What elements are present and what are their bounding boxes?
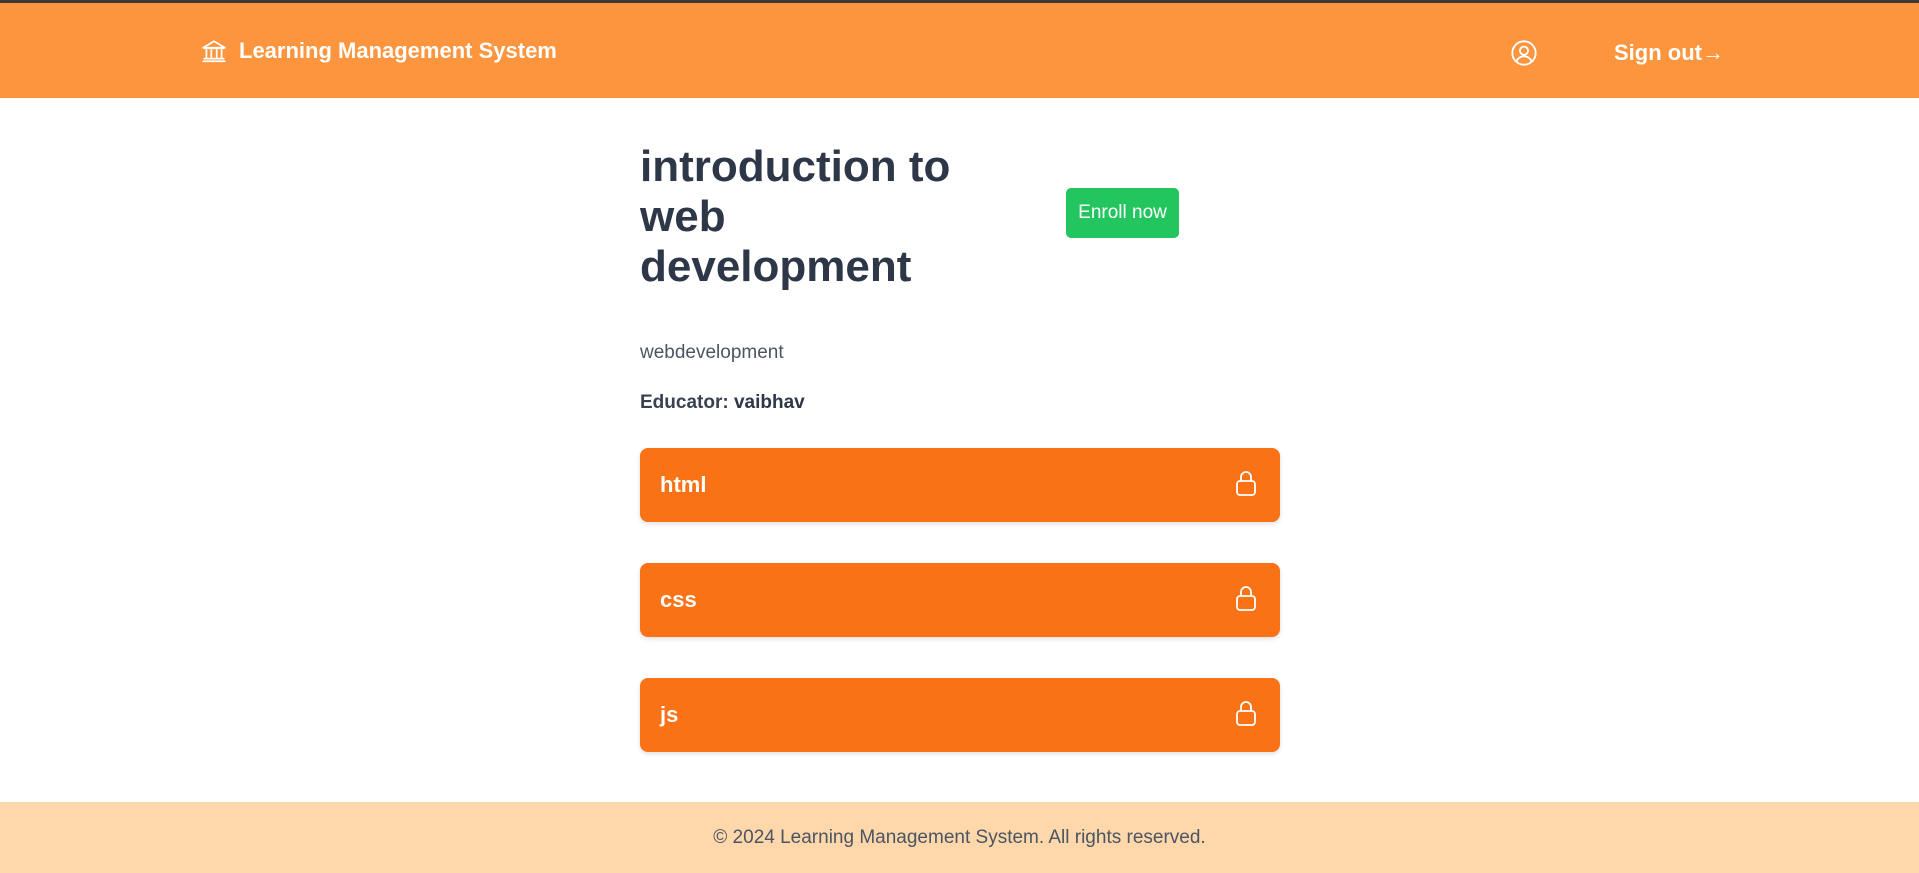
lesson-item-css[interactable]: css	[640, 563, 1280, 637]
lesson-label: css	[660, 587, 697, 612]
lesson-label: js	[660, 702, 679, 727]
lesson-list: html css js	[640, 448, 1280, 793]
lesson-label: html	[660, 472, 707, 497]
course-detail: introduction to web development Enroll n…	[0, 98, 1919, 802]
educator-label: Educator:	[640, 392, 729, 413]
lock-icon	[1234, 584, 1258, 617]
course-category: webdevelopment	[640, 342, 784, 363]
footer: © 2024 Learning Management System. All r…	[0, 802, 1919, 873]
brand[interactable]: Learning Management System	[201, 33, 557, 69]
sign-out-button[interactable]: Sign out→	[1614, 37, 1724, 69]
lock-icon	[1234, 699, 1258, 732]
educator-name: vaibhav	[733, 392, 805, 413]
bank-building-icon	[201, 38, 227, 64]
lesson-item-js[interactable]: js	[640, 678, 1280, 752]
brand-title: Learning Management System	[239, 38, 557, 63]
lock-icon	[1234, 469, 1258, 502]
enroll-button[interactable]: Enroll now	[1066, 188, 1179, 238]
educator-line: Educator: vaibhav	[640, 392, 805, 414]
top-navbar: Learning Management System Sign out→	[0, 3, 1919, 98]
profile-button[interactable]	[1510, 39, 1538, 67]
copyright-text: © 2024 Learning Management System. All r…	[713, 826, 1206, 848]
user-circle-icon	[1510, 40, 1538, 71]
course-title: introduction to web development	[640, 142, 951, 291]
lesson-item-html[interactable]: html	[640, 448, 1280, 522]
